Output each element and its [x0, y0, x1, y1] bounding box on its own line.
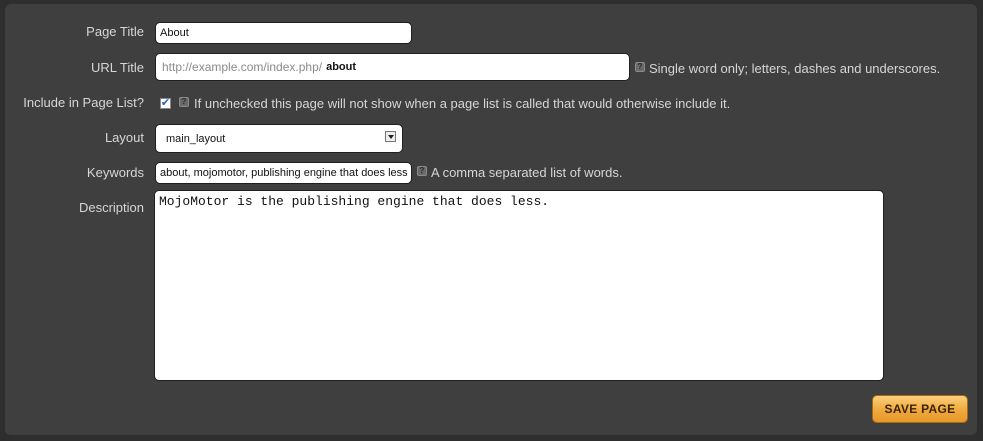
include-in-page-list-hint: If unchecked this page will not show whe… [194, 96, 731, 111]
page-title-input[interactable]: About [155, 22, 412, 44]
keywords-input[interactable]: about, mojomotor, publishing engine that… [155, 162, 412, 184]
include-in-page-list-checkbox[interactable]: ✔ [160, 98, 171, 109]
save-page-button[interactable]: SAVE PAGE [872, 395, 968, 423]
url-title-hint: Single word only; letters, dashes and un… [649, 61, 941, 76]
help-icon[interactable]: ? [417, 166, 427, 176]
url-slug-value[interactable]: about [326, 61, 356, 73]
url-title-label: URL Title [91, 60, 144, 75]
page-title-label: Page Title [86, 24, 144, 39]
description-textarea[interactable]: MojoMotor is the publishing engine that … [154, 190, 884, 381]
keywords-label: Keywords [86, 165, 144, 180]
include-in-page-list-label: Include in Page List? [23, 95, 144, 110]
help-icon[interactable]: ? [179, 97, 189, 107]
keywords-hint: A comma separated list of words. [431, 165, 623, 180]
help-icon[interactable]: ? [635, 62, 645, 72]
url-title-input[interactable]: http://example.com/index.php/ about [155, 53, 630, 81]
layout-label: Layout [104, 130, 144, 145]
dropdown-arrow-icon [385, 131, 396, 142]
description-label: Description [78, 200, 144, 215]
layout-selected-value: main_layout [166, 132, 226, 145]
layout-select[interactable]: main_layout [155, 124, 403, 153]
edit-page-panel: Page Title About URL Title http://exampl… [5, 4, 977, 435]
checkbox-check-icon: ✔ [160, 97, 171, 109]
url-prefix: http://example.com/index.php/ [162, 60, 323, 74]
